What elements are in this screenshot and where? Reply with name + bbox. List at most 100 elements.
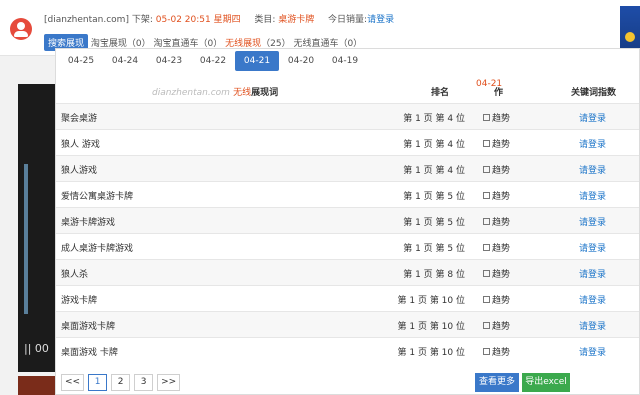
trend-toggle[interactable]: 趋势 bbox=[483, 111, 510, 124]
index-login-link[interactable]: 请登录 bbox=[579, 111, 606, 124]
keyword-table-body: 聚会桌游第 1 页 第 4 位趋势 请登录 狼人 游戏第 1 页 第 4 位趋势 请登… bbox=[56, 103, 639, 363]
index-login-link[interactable]: 请登录 bbox=[579, 293, 606, 306]
view-more-button[interactable]: 查看更多 bbox=[475, 373, 519, 392]
keyword-cell: 狼人游戏 bbox=[61, 166, 98, 176]
table-row: 聚会桌游 第 1 页 第 4 位 趋势 请登录 bbox=[56, 103, 639, 129]
index-login-link[interactable]: 请登录 bbox=[579, 189, 606, 202]
tab-date-0422[interactable]: 04-22 bbox=[191, 51, 235, 71]
trend-toggle[interactable]: 趋势 bbox=[483, 319, 510, 332]
rank-cell: 第 1 页 第 10 位 bbox=[397, 296, 465, 306]
category-value: 桌游卡牌 bbox=[278, 15, 315, 25]
expand-plus-icon bbox=[483, 322, 490, 329]
trend-toggle[interactable]: 趋势 bbox=[483, 137, 510, 150]
trend-label: 趋势 bbox=[492, 270, 511, 280]
page-2-button[interactable]: 2 bbox=[111, 374, 131, 391]
page-first-button[interactable]: << bbox=[61, 374, 85, 391]
rank-cell: 第 1 页 第 5 位 bbox=[403, 244, 465, 254]
rank-cell: 第 1 页 第 10 位 bbox=[397, 322, 465, 332]
expand-plus-icon bbox=[483, 296, 490, 303]
video-play-control[interactable]: || 00 bbox=[24, 342, 49, 355]
table-row: 成人桌游卡牌游戏 第 1 页 第 5 位 趋势 请登录 bbox=[56, 233, 639, 259]
export-excel-button[interactable]: 导出excel bbox=[522, 373, 570, 392]
table-row: 游戏卡牌 第 1 页 第 10 位 趋势 请登录 bbox=[56, 285, 639, 311]
index-login-link[interactable]: 请登录 bbox=[579, 267, 606, 280]
trend-label: 趋势 bbox=[492, 322, 511, 332]
tab-date-0423[interactable]: 04-23 bbox=[147, 51, 191, 71]
expand-plus-icon bbox=[483, 348, 490, 355]
keyword-cell: 桌面游戏 卡牌 bbox=[61, 348, 118, 358]
trend-toggle[interactable]: 趋势 bbox=[483, 163, 510, 176]
rank-cell: 第 1 页 第 5 位 bbox=[403, 218, 465, 228]
trend-toggle[interactable]: 趋势 bbox=[483, 189, 510, 202]
site-name: [dianzhentan.com] bbox=[44, 15, 129, 25]
page-last-button[interactable]: >> bbox=[157, 374, 181, 391]
tab-date-0419[interactable]: 04-19 bbox=[323, 51, 367, 71]
sales-login-link[interactable]: 请登录 bbox=[367, 15, 394, 25]
rank-column-header: 排名 bbox=[431, 88, 450, 98]
expand-plus-icon bbox=[483, 218, 490, 225]
table-row: 狼人杀 第 1 页 第 8 位 趋势 请登录 bbox=[56, 259, 639, 285]
page-1-button[interactable]: 1 bbox=[88, 374, 108, 391]
watermark: dianzhentan.com bbox=[152, 88, 230, 98]
trend-toggle[interactable]: 趋势 bbox=[483, 267, 510, 280]
keyword-cell: 成人桌游卡牌游戏 bbox=[61, 244, 134, 254]
keyword-popup-panel: 04-25 04-24 04-23 04-22 04-21 04-20 04-1… bbox=[55, 48, 640, 395]
trend-toggle[interactable]: 趋势 bbox=[483, 215, 510, 228]
keyword-header-text: 展现词 bbox=[251, 88, 279, 98]
trend-toggle[interactable]: 趋势 bbox=[483, 241, 510, 254]
index-column-header: 关键词指数 bbox=[571, 88, 617, 98]
rank-cell: 第 1 页 第 5 位 bbox=[403, 192, 465, 202]
table-row: 桌面游戏 卡牌 第 1 页 第 10 位 趋势 请登录 bbox=[56, 337, 639, 363]
keyword-cell: 狼人杀 bbox=[61, 270, 89, 280]
category-label: 类目: bbox=[254, 15, 276, 25]
expand-plus-icon bbox=[483, 166, 490, 173]
pagination: << 1 2 3 >> bbox=[61, 374, 181, 391]
trend-toggle[interactable]: 趋势 bbox=[483, 345, 510, 358]
keyword-cell: 狼人 游戏 bbox=[61, 140, 100, 150]
expand-plus-icon bbox=[483, 244, 490, 251]
rank-cell: 第 1 页 第 4 位 bbox=[403, 114, 465, 124]
operation-column-header: 作 bbox=[494, 88, 504, 98]
ad-thumbnail-image[interactable] bbox=[620, 6, 640, 50]
trend-label: 趋势 bbox=[492, 296, 511, 306]
page-3-button[interactable]: 3 bbox=[134, 374, 154, 391]
index-login-link[interactable]: 请登录 bbox=[579, 137, 606, 150]
table-row: 狼人游戏 第 1 页 第 4 位 趋势 请登录 bbox=[56, 155, 639, 181]
delist-time: 05-02 20:51 bbox=[155, 15, 211, 25]
rank-cell: 第 1 页 第 4 位 bbox=[403, 140, 465, 150]
keyword-cell: 桌游卡牌游戏 bbox=[61, 218, 116, 228]
keyword-cell: 聚会桌游 bbox=[61, 114, 98, 124]
index-login-link[interactable]: 请登录 bbox=[579, 345, 606, 358]
expand-plus-icon bbox=[483, 114, 490, 121]
keyword-header-wireless: 无线 bbox=[233, 88, 252, 98]
trend-toggle[interactable]: 趋势 bbox=[483, 293, 510, 306]
index-login-link[interactable]: 请登录 bbox=[579, 163, 606, 176]
sales-label: 今日销量: bbox=[328, 15, 368, 25]
keyword-cell: 桌面游戏卡牌 bbox=[61, 322, 116, 332]
trend-label: 趋势 bbox=[492, 166, 511, 176]
expand-plus-icon bbox=[483, 270, 490, 277]
index-login-link[interactable]: 请登录 bbox=[579, 215, 606, 228]
index-login-link[interactable]: 请登录 bbox=[579, 241, 606, 254]
rank-cell: 第 1 页 第 8 位 bbox=[403, 270, 465, 280]
product-thumbnail[interactable] bbox=[18, 376, 58, 395]
keyword-cell: 游戏卡牌 bbox=[61, 296, 98, 306]
table-row: 爱情公寓桌游卡牌 第 1 页 第 5 位 趋势 请登录 bbox=[56, 181, 639, 207]
video-frame-image bbox=[24, 164, 28, 314]
rank-cell: 第 1 页 第 10 位 bbox=[397, 348, 465, 358]
index-login-link[interactable]: 请登录 bbox=[579, 319, 606, 332]
table-row: 桌游卡牌游戏 第 1 页 第 5 位 趋势 请登录 bbox=[56, 207, 639, 233]
trend-label: 趋势 bbox=[492, 192, 511, 202]
tab-date-0424[interactable]: 04-24 bbox=[103, 51, 147, 71]
tab-date-0425[interactable]: 04-25 bbox=[59, 51, 103, 71]
tab-date-0420[interactable]: 04-20 bbox=[279, 51, 323, 71]
trend-label: 趋势 bbox=[492, 244, 511, 254]
trend-label: 趋势 bbox=[492, 114, 511, 124]
expand-plus-icon bbox=[483, 192, 490, 199]
keyword-cell: 爱情公寓桌游卡牌 bbox=[61, 192, 134, 202]
shop-avatar-icon bbox=[10, 18, 32, 40]
table-header: dianzhentan.com 无线展现词 排名 04-21 作 关键词指数 bbox=[56, 79, 639, 103]
product-video[interactable]: || 00 bbox=[18, 84, 60, 372]
table-row: 狼人 游戏 第 1 页 第 4 位 趋势 请登录 bbox=[56, 129, 639, 155]
tab-date-0421[interactable]: 04-21 bbox=[235, 51, 279, 71]
